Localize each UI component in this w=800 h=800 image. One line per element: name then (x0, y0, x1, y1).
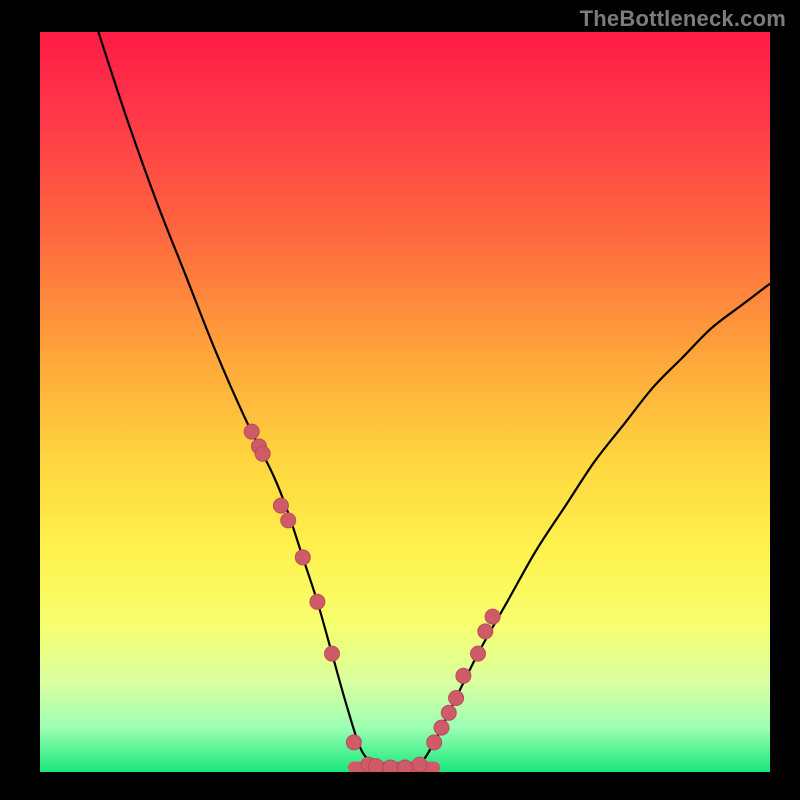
curve-marker (255, 446, 270, 461)
curve-marker (434, 720, 449, 735)
curve-marker (427, 735, 442, 750)
curve-marker (412, 757, 427, 772)
curve-marker (383, 760, 398, 775)
gradient-background (40, 32, 770, 772)
curve-marker (295, 550, 310, 565)
curve-marker (325, 646, 340, 661)
curve-marker (273, 498, 288, 513)
curve-marker (456, 668, 471, 683)
curve-marker (449, 691, 464, 706)
curve-marker (478, 624, 493, 639)
curve-marker (244, 424, 259, 439)
curve-marker (368, 759, 383, 774)
curve-marker (441, 705, 456, 720)
curve-marker (398, 760, 413, 775)
curve-marker (310, 594, 325, 609)
curve-marker (485, 609, 500, 624)
bottleneck-chart (0, 0, 800, 800)
outer-frame: { "watermark": "TheBottleneck.com", "col… (0, 0, 800, 800)
curve-marker (471, 646, 486, 661)
curve-marker (281, 513, 296, 528)
curve-marker (346, 735, 361, 750)
watermark-text: TheBottleneck.com (580, 6, 786, 32)
